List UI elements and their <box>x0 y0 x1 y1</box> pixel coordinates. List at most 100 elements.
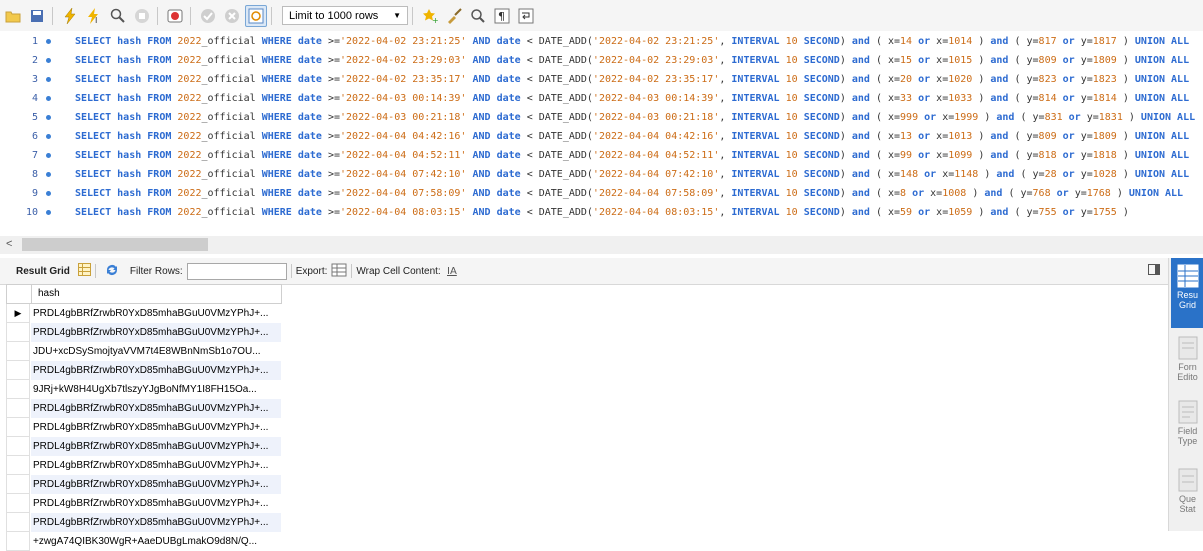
row-indicator[interactable] <box>6 513 30 532</box>
editor-line[interactable]: 1 SELECT hash FROM 2022_official WHERE da… <box>0 32 1203 51</box>
scroll-left-arrow-icon[interactable]: < <box>6 238 12 250</box>
open-folder-button[interactable] <box>2 5 24 27</box>
column-header-hash[interactable]: hash <box>31 285 281 303</box>
field-types-tab-label-2: Type <box>1177 436 1198 446</box>
hash-cell[interactable]: PRDL4gbBRfZrwbR0YxD85mhaBGuU0VMzYPhJ+... <box>31 361 281 380</box>
pilcrow-icon: ¶ <box>494 8 510 23</box>
row-indicator[interactable] <box>6 494 30 513</box>
export-icon[interactable] <box>331 263 347 280</box>
hash-cell[interactable]: PRDL4gbBRfZrwbR0YxD85mhaBGuU0VMzYPhJ+... <box>31 456 281 475</box>
rollback-button[interactable] <box>221 5 243 27</box>
editor-line[interactable]: 10 SELECT hash FROM 2022_official WHERE d… <box>0 203 1203 222</box>
scrollbar-thumb[interactable] <box>22 238 208 251</box>
query-stats-tab[interactable]: Que Stat <box>1171 466 1203 522</box>
result-grid: hash ▶ PRDL4gbBRfZrwbR0YxD85mhaBGuU0VMzYP… <box>6 284 282 551</box>
toggle-sidebar-icon[interactable] <box>1148 264 1160 275</box>
editor-line[interactable]: 4 SELECT hash FROM 2022_official WHERE da… <box>0 89 1203 108</box>
table-row[interactable]: PRDL4gbBRfZrwbR0YxD85mhaBGuU0VMzYPhJ+... <box>6 513 282 532</box>
toggle-continue-button[interactable] <box>164 5 186 27</box>
editor-line[interactable]: 6 SELECT hash FROM 2022_official WHERE da… <box>0 127 1203 146</box>
autocommit-toggle-button[interactable] <box>245 4 267 27</box>
table-row[interactable]: PRDL4gbBRfZrwbR0YxD85mhaBGuU0VMzYPhJ+... <box>6 494 282 513</box>
hash-cell[interactable]: 9JRj+kW8H4UgXb7tlszyYJgBoNfMY1I8FH15Oa..… <box>31 380 281 399</box>
hash-cell[interactable]: PRDL4gbBRfZrwbR0YxD85mhaBGuU0VMzYPhJ+... <box>31 513 281 532</box>
row-indicator[interactable] <box>6 361 30 380</box>
execute-button[interactable] <box>59 5 81 27</box>
editor-line[interactable]: 2 SELECT hash FROM 2022_official WHERE da… <box>0 51 1203 70</box>
line-number: 2 <box>31 55 38 66</box>
row-indicator[interactable] <box>6 456 30 475</box>
hash-cell[interactable]: PRDL4gbBRfZrwbR0YxD85mhaBGuU0VMzYPhJ+... <box>31 323 281 342</box>
result-grid-tab[interactable]: Resu Grid <box>1171 258 1203 328</box>
row-indicator[interactable] <box>6 323 30 342</box>
hash-cell[interactable]: PRDL4gbBRfZrwbR0YxD85mhaBGuU0VMzYPhJ+... <box>31 475 281 494</box>
hash-cell[interactable]: PRDL4gbBRfZrwbR0YxD85mhaBGuU0VMzYPhJ+... <box>31 494 281 513</box>
find-button[interactable] <box>467 5 489 27</box>
current-row-arrow-icon[interactable]: ▶ <box>6 304 30 323</box>
svg-text:+: + <box>432 16 438 24</box>
floppy-icon <box>31 9 43 22</box>
statement-marker-icon <box>46 153 51 158</box>
field-types-tab-label-1: Field <box>1177 426 1198 436</box>
result-grid-icon <box>1177 264 1198 288</box>
form-editor-tab[interactable]: Forn Edito <box>1171 334 1203 390</box>
refresh-icon[interactable] <box>104 263 120 280</box>
filter-rows-input[interactable] <box>186 262 287 280</box>
grid-view-icon[interactable] <box>77 263 91 279</box>
editor-line[interactable]: 9 SELECT hash FROM 2022_official WHERE da… <box>0 184 1203 203</box>
add-snippet-button[interactable]: + <box>419 5 441 27</box>
table-row[interactable]: 9JRj+kW8H4UgXb7tlszyYJgBoNfMY1I8FH15Oa..… <box>6 380 282 399</box>
table-row[interactable]: PRDL4gbBRfZrwbR0YxD85mhaBGuU0VMzYPhJ+... <box>6 475 282 494</box>
invisible-chars-button[interactable]: ¶ <box>491 5 513 27</box>
table-row[interactable]: PRDL4gbBRfZrwbR0YxD85mhaBGuU0VMzYPhJ+... <box>6 323 282 342</box>
editor-line[interactable]: 8 SELECT hash FROM 2022_official WHERE da… <box>0 165 1203 184</box>
table-row[interactable]: JDU+xcDSySmojtyaVVM7t4E8WBnNmSb1o7OU... <box>6 342 282 361</box>
row-indicator[interactable] <box>6 532 30 551</box>
row-indicator[interactable] <box>6 380 30 399</box>
toolbar-separator <box>290 264 292 278</box>
row-indicator[interactable] <box>6 418 30 437</box>
query-stats-tab-label-2: Stat <box>1179 504 1196 514</box>
sql-statement: SELECT hash FROM 2022_official WHERE dat… <box>75 169 1190 180</box>
wrap-lines-button[interactable] <box>515 5 537 27</box>
save-button[interactable] <box>26 5 48 27</box>
editor-line[interactable]: 5 SELECT hash FROM 2022_official WHERE da… <box>0 108 1203 127</box>
hash-cell[interactable]: +zwgA74QIBK30WgR+AaeDUBgLmakO9d8N/Q... <box>31 532 281 551</box>
table-row[interactable]: PRDL4gbBRfZrwbR0YxD85mhaBGuU0VMzYPhJ+... <box>6 399 282 418</box>
hash-cell[interactable]: PRDL4gbBRfZrwbR0YxD85mhaBGuU0VMzYPhJ+... <box>31 304 281 323</box>
beautify-button[interactable] <box>443 5 465 27</box>
sql-statement: SELECT hash FROM 2022_official WHERE dat… <box>75 207 1129 218</box>
hash-cell[interactable]: PRDL4gbBRfZrwbR0YxD85mhaBGuU0VMzYPhJ+... <box>31 418 281 437</box>
execute-current-button[interactable]: I <box>83 5 105 27</box>
field-types-tab[interactable]: Field Type <box>1171 398 1203 454</box>
sql-statement: SELECT hash FROM 2022_official WHERE dat… <box>75 188 1184 199</box>
hash-cell[interactable]: JDU+xcDSySmojtyaVVM7t4E8WBnNmSb1o7OU... <box>31 342 281 361</box>
row-indicator[interactable] <box>6 342 30 361</box>
stop-button[interactable] <box>131 5 153 27</box>
table-row[interactable]: PRDL4gbBRfZrwbR0YxD85mhaBGuU0VMzYPhJ+... <box>6 456 282 475</box>
editor-line[interactable]: 3 SELECT hash FROM 2022_official WHERE da… <box>0 70 1203 89</box>
editor-line[interactable]: 7 SELECT hash FROM 2022_official WHERE da… <box>0 146 1203 165</box>
sql-editor[interactable]: 1 SELECT hash FROM 2022_official WHERE da… <box>0 31 1203 236</box>
check-circle-icon <box>201 8 215 23</box>
table-row[interactable]: PRDL4gbBRfZrwbR0YxD85mhaBGuU0VMzYPhJ+... <box>6 437 282 456</box>
row-indicator[interactable] <box>6 475 30 494</box>
table-row[interactable]: PRDL4gbBRfZrwbR0YxD85mhaBGuU0VMzYPhJ+... <box>6 361 282 380</box>
row-indicator[interactable] <box>6 437 30 456</box>
table-row[interactable]: PRDL4gbBRfZrwbR0YxD85mhaBGuU0VMzYPhJ+... <box>6 418 282 437</box>
row-indicator[interactable] <box>6 399 30 418</box>
wrap-cell-icon[interactable]: IA <box>447 264 459 279</box>
commit-button[interactable] <box>197 5 219 27</box>
statement-marker-icon <box>46 134 51 139</box>
editor-horizontal-scrollbar[interactable]: < <box>0 236 1203 254</box>
result-grid-label[interactable]: Result Grid <box>16 266 70 277</box>
explain-button[interactable] <box>107 5 129 27</box>
hash-cell[interactable]: PRDL4gbBRfZrwbR0YxD85mhaBGuU0VMzYPhJ+... <box>31 437 281 456</box>
hash-cell[interactable]: PRDL4gbBRfZrwbR0YxD85mhaBGuU0VMzYPhJ+... <box>31 399 281 418</box>
table-row[interactable]: +zwgA74QIBK30WgR+AaeDUBgLmakO9d8N/Q... <box>6 532 282 551</box>
line-number: 7 <box>31 150 38 161</box>
table-row[interactable]: ▶ PRDL4gbBRfZrwbR0YxD85mhaBGuU0VMzYPhJ+..… <box>6 304 282 323</box>
limit-rows-select[interactable]: Limit to 1000 rows ▼ <box>282 6 408 25</box>
query-toolbar: I Limit to 1000 rows ▼ + ¶ <box>0 0 1203 32</box>
toolbar-separator <box>412 6 413 25</box>
